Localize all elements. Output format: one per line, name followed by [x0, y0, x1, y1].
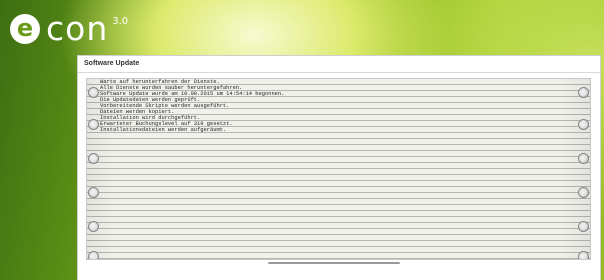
paper-hole-icon: [88, 87, 99, 98]
paper-hole-icon: [578, 221, 589, 232]
paper-hole-icon: [578, 251, 589, 259]
logo-text: con: [46, 9, 109, 48]
software-update-panel: Software Update Warte auf herunterfahren…: [77, 55, 601, 280]
paper-hole-icon: [578, 153, 589, 164]
log-line: Installationsdateien werden aufgeräumt.: [100, 127, 227, 133]
logo-mark-icon: e: [10, 14, 40, 44]
paper-hole-icon: [578, 119, 589, 130]
paper-hole-icon: [88, 153, 99, 164]
paper-hole-icon: [88, 251, 99, 259]
paper-hole-icon: [88, 187, 99, 198]
paper-hole-icon: [578, 187, 589, 198]
panel-title: Software Update: [78, 56, 600, 73]
paper-hole-icon: [88, 119, 99, 130]
paper-hole-icon: [578, 87, 589, 98]
logo-version: 3.0: [112, 16, 129, 27]
paper-hole-icon: [88, 221, 99, 232]
horizontal-scrollbar[interactable]: [268, 262, 400, 264]
update-log: Warte auf herunterfahren der Dienste. Al…: [100, 79, 284, 133]
logo-mark-letter: e: [16, 13, 34, 42]
brand-logo: e con 3.0: [10, 8, 128, 45]
update-log-paper: Warte auf herunterfahren der Dienste. Al…: [86, 78, 591, 260]
